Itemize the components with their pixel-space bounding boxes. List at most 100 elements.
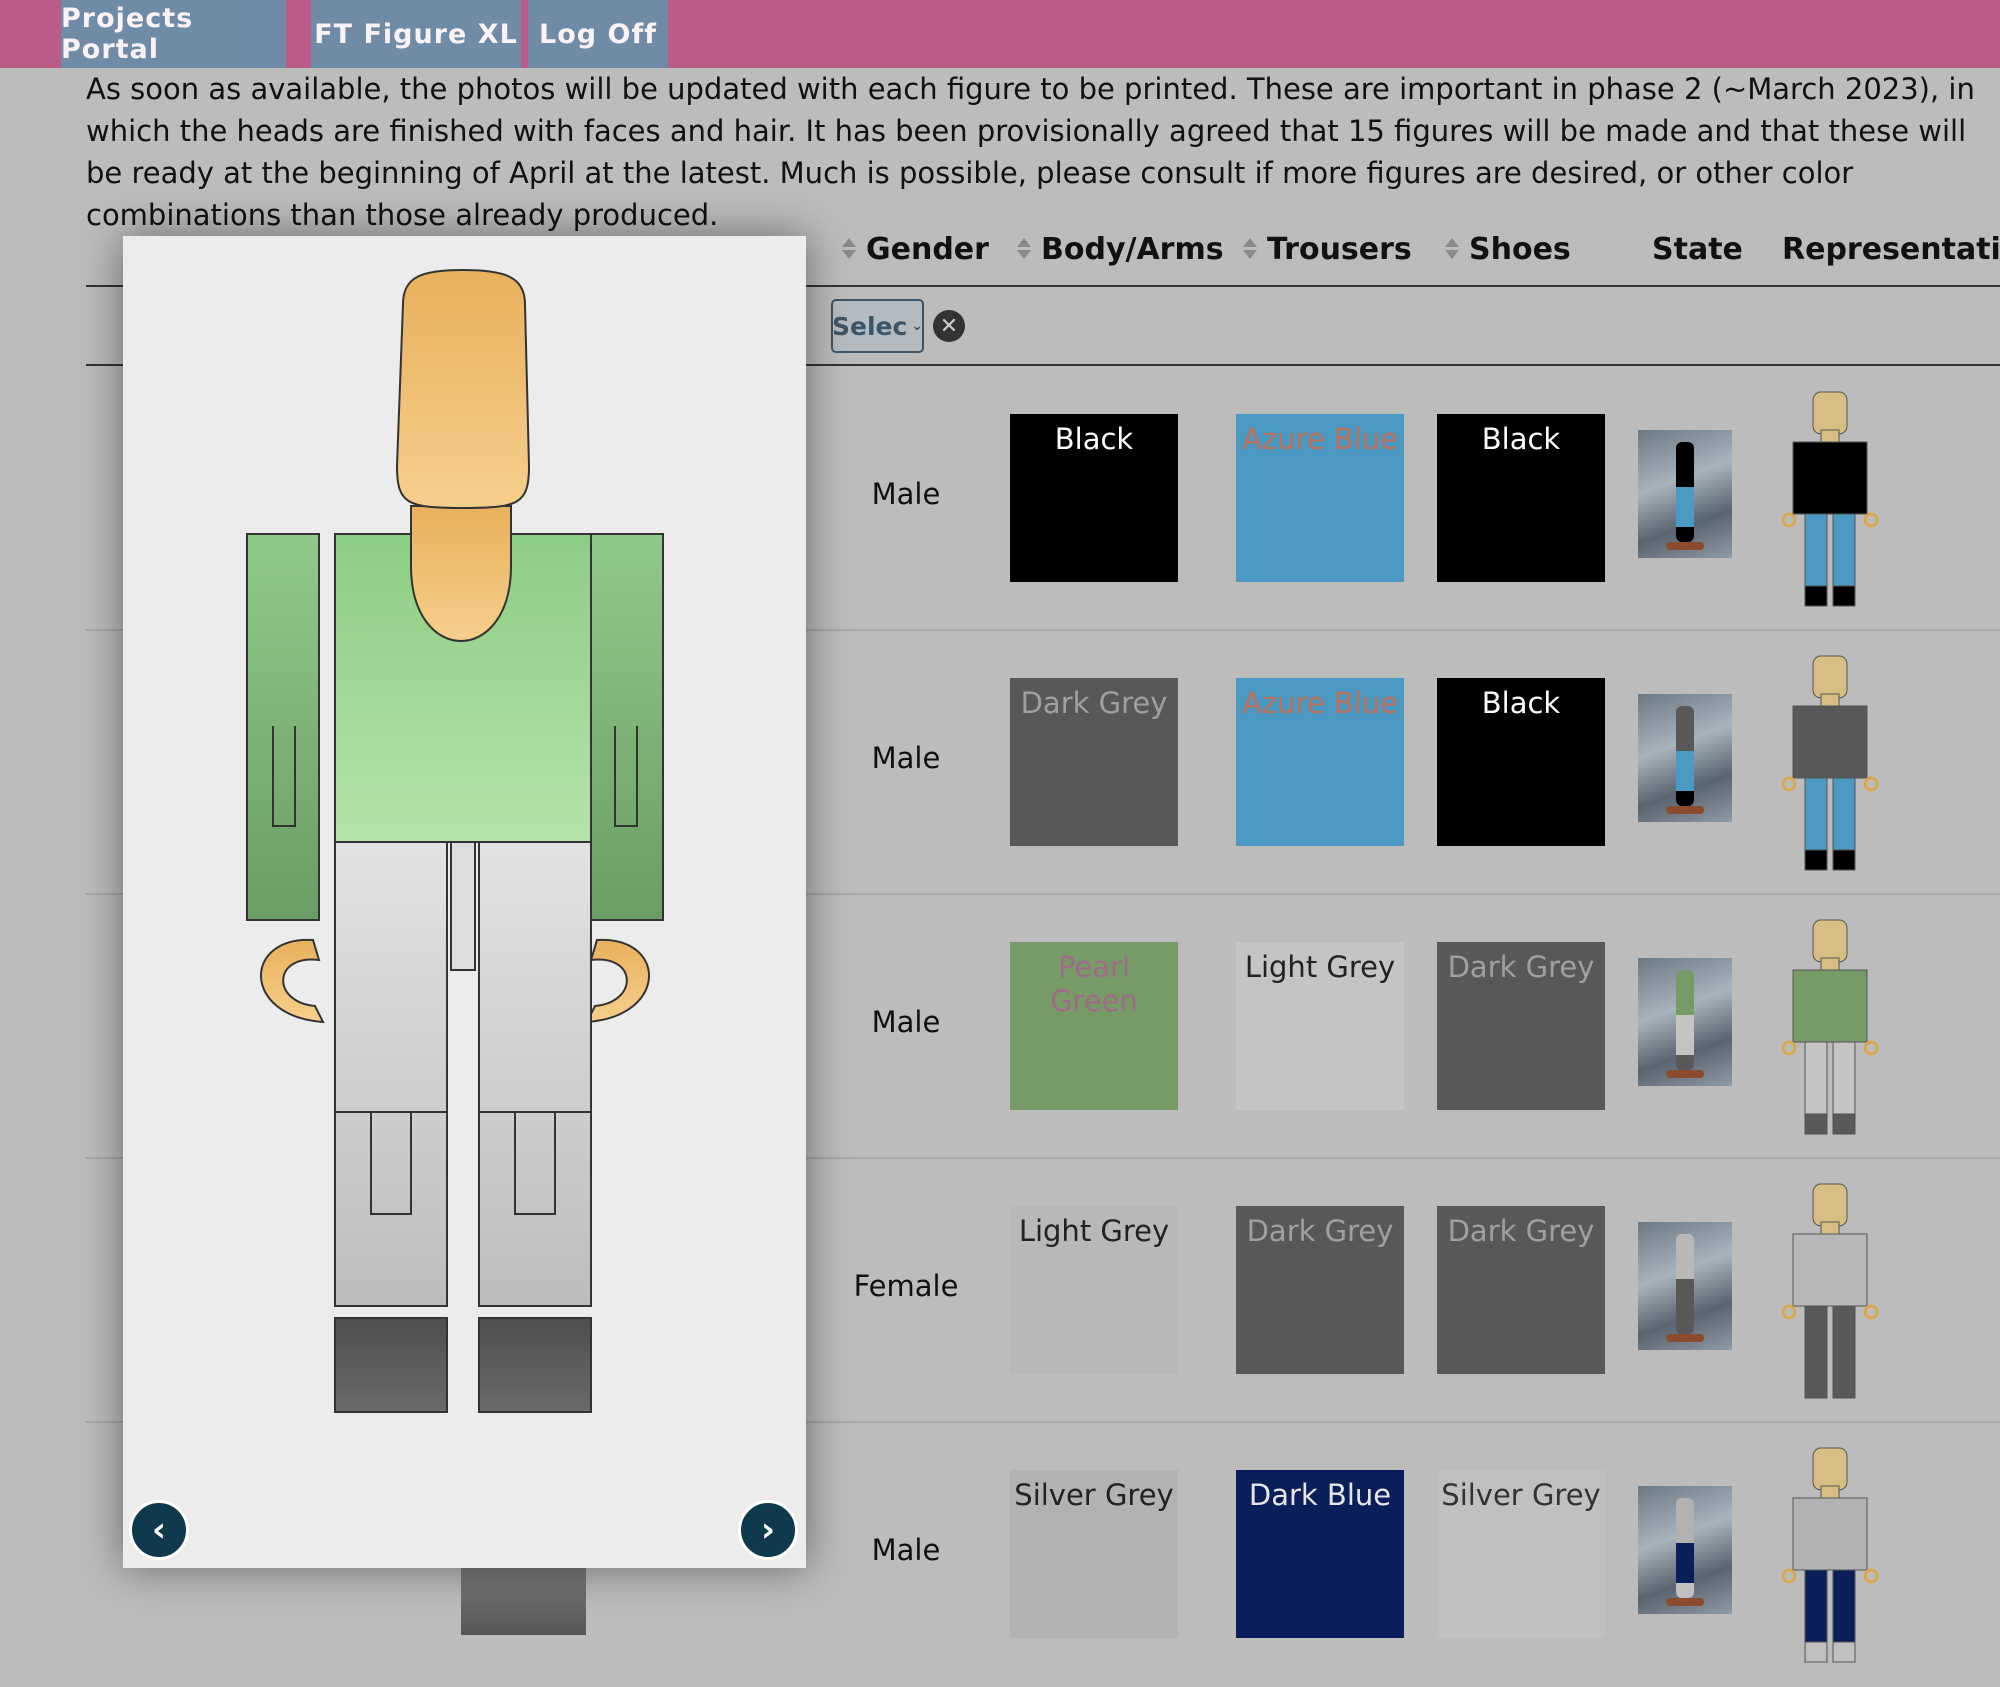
- photo-base: [1666, 542, 1704, 550]
- representation-part: [1804, 1377, 1828, 1399]
- representation-part: [1781, 1304, 1797, 1320]
- representation-part: [1863, 1304, 1879, 1320]
- header-representation: Representation: [1782, 231, 2000, 267]
- representation-part: [1812, 655, 1848, 699]
- representation-part: [1804, 849, 1828, 871]
- trousers-color-swatch: Azure Blue: [1236, 678, 1404, 846]
- representation-part: [1863, 776, 1879, 792]
- clear-filter-icon[interactable]: ✕: [933, 310, 965, 342]
- state-photo-thumbnail[interactable]: [1638, 1222, 1732, 1350]
- header-gender-label: Gender: [866, 231, 989, 267]
- representation-figure: [1781, 655, 1879, 871]
- nav-tab-projects-portal[interactable]: Projects Portal: [61, 0, 286, 68]
- header-body-arms[interactable]: Body/Arms: [1017, 228, 1224, 270]
- figure-illustration: [246, 268, 664, 1413]
- photo-figure: [1676, 442, 1694, 542]
- representation-part: [1812, 919, 1848, 963]
- shoes-color-swatch: Black: [1437, 414, 1605, 582]
- representation-part: [1804, 1305, 1828, 1379]
- gender-cell: Female: [853, 1269, 959, 1303]
- representation-part: [1804, 1641, 1828, 1663]
- photo-figure: [1676, 1234, 1694, 1334]
- sort-icon: [1017, 238, 1031, 260]
- sort-icon: [842, 238, 856, 260]
- shoes-color-swatch: Black: [1437, 678, 1605, 846]
- representation-part: [1832, 1569, 1856, 1643]
- representation-part: [1792, 705, 1868, 779]
- chevron-down-icon: ⌄: [911, 318, 924, 334]
- representation-figure: [1781, 1183, 1879, 1399]
- representation-part: [1832, 1305, 1856, 1379]
- representation-part: [1812, 391, 1848, 435]
- body-color-swatch: Dark Grey: [1010, 678, 1178, 846]
- trousers-color-swatch: Dark Grey: [1236, 1206, 1404, 1374]
- photo-base: [1666, 1334, 1704, 1342]
- shoes-color-swatch: Dark Grey: [1437, 1206, 1605, 1374]
- representation-part: [1863, 1568, 1879, 1584]
- photo-base: [1666, 1598, 1704, 1606]
- representation-part: [1832, 1377, 1856, 1399]
- gender-filter-select[interactable]: Selec ⌄: [831, 299, 924, 353]
- representation-figure: [1781, 391, 1879, 607]
- header-shoes-label: Shoes: [1469, 231, 1571, 267]
- representation-part: [1863, 1040, 1879, 1056]
- header-gender[interactable]: Gender: [842, 228, 989, 270]
- state-photo-thumbnail[interactable]: [1638, 1486, 1732, 1614]
- body-color-swatch: Pearl Green: [1010, 942, 1178, 1110]
- header-trousers[interactable]: Trousers: [1243, 228, 1412, 270]
- header-body-label: Body/Arms: [1041, 231, 1224, 267]
- representation-part: [1812, 1447, 1848, 1491]
- representation-part: [1832, 1641, 1856, 1663]
- representation-part: [1832, 1113, 1856, 1135]
- representation-part: [1792, 1233, 1868, 1307]
- representation-part: [1804, 513, 1828, 587]
- representation-figure: [1781, 1447, 1879, 1663]
- representation-part: [1781, 1040, 1797, 1056]
- trousers-color-swatch: Light Grey: [1236, 942, 1404, 1110]
- body-color-swatch: Black: [1010, 414, 1178, 582]
- representation-part: [1781, 1568, 1797, 1584]
- trousers-color-swatch: Azure Blue: [1236, 414, 1404, 582]
- representation-figure: [1781, 919, 1879, 1135]
- header-shoes[interactable]: Shoes: [1445, 228, 1571, 270]
- shoes-color-swatch: Silver Grey: [1437, 1470, 1605, 1638]
- representation-part: [1812, 1183, 1848, 1227]
- gender-cell: Male: [871, 1005, 941, 1039]
- photo-base: [1666, 1070, 1704, 1078]
- trousers-color-swatch: Dark Blue: [1236, 1470, 1404, 1638]
- representation-part: [1832, 585, 1856, 607]
- representation-part: [1792, 969, 1868, 1043]
- shoes-color-swatch: Dark Grey: [1437, 942, 1605, 1110]
- sort-icon: [1445, 238, 1459, 260]
- top-navigation-bar: Projects Portal FT Figure XL Log Off: [0, 0, 2000, 68]
- representation-part: [1832, 849, 1856, 871]
- state-photo-thumbnail[interactable]: [1638, 694, 1732, 822]
- nav-tab-ft-figure-xl[interactable]: FT Figure XL: [311, 0, 521, 68]
- representation-part: [1804, 1041, 1828, 1115]
- representation-part: [1792, 441, 1868, 515]
- representation-part: [1832, 777, 1856, 851]
- photo-base: [1666, 806, 1704, 814]
- photo-figure: [1676, 1498, 1694, 1598]
- representation-part: [1832, 513, 1856, 587]
- representation-part: [1781, 512, 1797, 528]
- intro-paragraph: As soon as available, the photos will be…: [86, 72, 1975, 232]
- photo-figure: [1676, 706, 1694, 806]
- gender-cell: Male: [871, 477, 941, 511]
- header-trousers-label: Trousers: [1267, 231, 1412, 267]
- photo-figure: [1676, 970, 1694, 1070]
- state-photo-thumbnail[interactable]: [1638, 958, 1732, 1086]
- nav-tab-log-off[interactable]: Log Off: [528, 0, 668, 68]
- representation-part: [1804, 585, 1828, 607]
- representation-part: [1804, 1569, 1828, 1643]
- previous-arrow-icon[interactable]: ‹: [129, 1500, 189, 1560]
- figure-preview-modal: ‹ ›: [123, 236, 806, 1568]
- representation-part: [1863, 512, 1879, 528]
- body-color-swatch: Light Grey: [1010, 1206, 1178, 1374]
- state-photo-thumbnail[interactable]: [1638, 430, 1732, 558]
- sort-icon: [1243, 238, 1257, 260]
- body-color-swatch: Silver Grey: [1010, 1470, 1178, 1638]
- gender-cell: Male: [871, 1533, 941, 1567]
- next-arrow-icon[interactable]: ›: [738, 1500, 798, 1560]
- gender-cell: Male: [871, 741, 941, 775]
